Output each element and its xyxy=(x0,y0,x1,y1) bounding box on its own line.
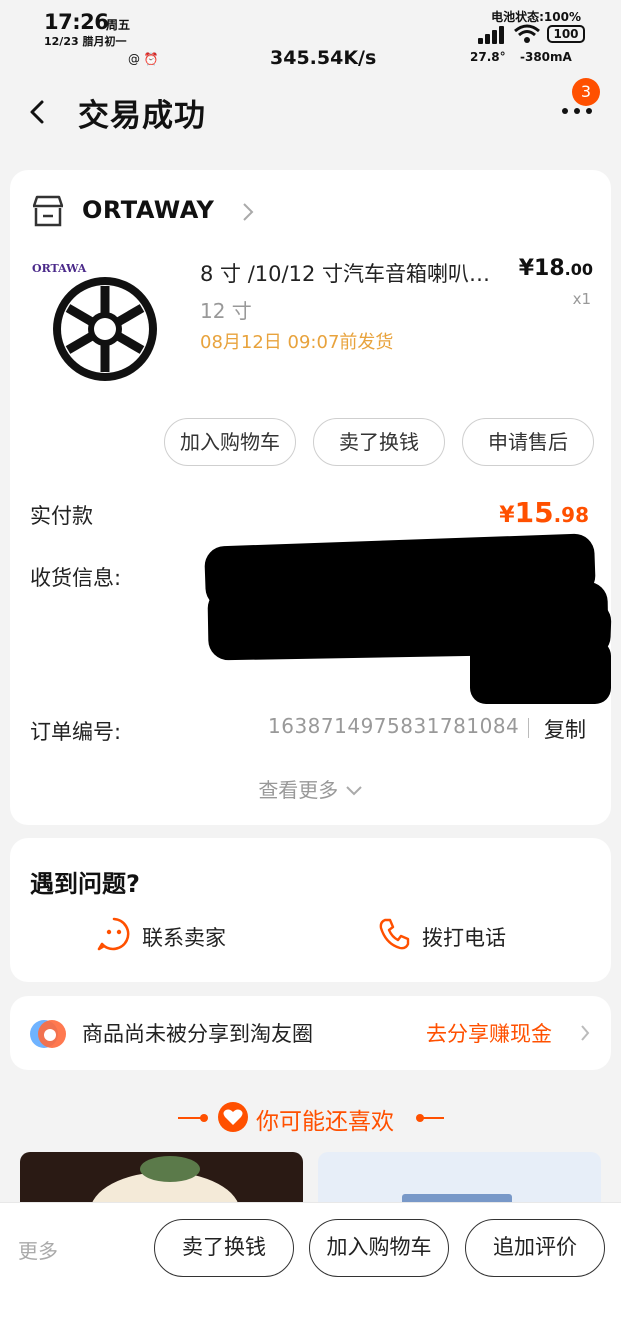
product-price: ¥18.00 xyxy=(519,256,593,281)
price-decimal: .00 xyxy=(564,260,593,279)
divider xyxy=(528,718,529,738)
battery-status-text: 电池状态:100% xyxy=(491,10,581,24)
bottom-action-bar: 更多 卖了换钱 加入购物车 追加评价 xyxy=(0,1202,621,1344)
product-quantity: x1 xyxy=(572,290,591,308)
decor-dot xyxy=(200,1114,208,1122)
shop-row[interactable]: ORTAWAY xyxy=(30,192,590,232)
shop-name: ORTAWAY xyxy=(82,196,215,224)
network-speed: 345.54K/s xyxy=(270,47,377,69)
phone-icon xyxy=(376,916,412,952)
shop-icon xyxy=(30,194,66,228)
status-bar: 17:26 周五 12/23 腊月初一 @ ⏰ 345.54K/s 电池状态:1… xyxy=(0,0,621,78)
product-title[interactable]: 8 寸 /10/12 寸汽车音箱喇叭… xyxy=(200,258,505,288)
copy-order-number-button[interactable]: 复制 xyxy=(544,714,586,744)
status-time: 17:26 xyxy=(44,10,109,34)
contact-seller-button[interactable]: 联系卖家 xyxy=(96,917,256,956)
call-phone-label: 拨打电话 xyxy=(422,926,506,950)
chevron-right-icon xyxy=(242,202,254,222)
order-number: 1638714975831781084 xyxy=(268,714,520,738)
product-image[interactable]: ORTAWA xyxy=(30,258,190,398)
chevron-right-icon xyxy=(580,1024,590,1042)
sell-for-cash-button[interactable]: 卖了换钱 xyxy=(313,418,445,466)
see-more-label: 查看更多 xyxy=(258,778,339,802)
share-earn-cash-link[interactable]: 去分享赚现金 xyxy=(426,1018,552,1048)
order-number-label: 订单编号: xyxy=(30,720,122,744)
add-to-cart-bottom-button[interactable]: 加入购物车 xyxy=(309,1219,449,1277)
notification-badge: 3 xyxy=(572,78,600,106)
paid-label: 实付款 xyxy=(30,504,93,528)
chevron-down-icon xyxy=(345,786,362,796)
nav-bar: 交易成功 3 xyxy=(0,78,621,148)
price-symbol: ¥ xyxy=(518,256,535,281)
apply-after-sales-button[interactable]: 申请售后 xyxy=(462,418,594,466)
paid-symbol: ¥ xyxy=(499,503,515,528)
signal-icon xyxy=(478,26,506,44)
help-card: 遇到问题? 联系卖家 拨打电话 xyxy=(10,838,611,982)
page-title: 交易成功 xyxy=(78,98,206,134)
paid-integer: 15 xyxy=(514,496,554,529)
heart-icon xyxy=(218,1102,248,1132)
share-status-text: 商品尚未被分享到淘友圈 xyxy=(82,1022,313,1046)
notification-icons: @ ⏰ xyxy=(128,52,159,66)
paid-decimal: .98 xyxy=(553,503,589,527)
product-spec: 12 寸 xyxy=(200,299,252,323)
speaker-grill-icon xyxy=(53,277,157,381)
share-card[interactable]: 商品尚未被分享到淘友圈 去分享赚现金 xyxy=(10,996,611,1070)
help-title: 遇到问题? xyxy=(30,870,140,898)
see-more-button[interactable]: 查看更多 xyxy=(10,774,611,803)
status-weekday: 周五 xyxy=(106,18,131,32)
order-card: ORTAWAY ORTAWA 8 寸 /10/12 寸汽车音箱喇叭… ¥18.0… xyxy=(10,170,612,825)
paid-amount: ¥15.98 xyxy=(499,496,589,529)
recommend-title: 你可能还喜欢 xyxy=(256,1109,394,1135)
sell-for-cash-bottom-button[interactable]: 卖了换钱 xyxy=(154,1219,294,1277)
call-phone-button[interactable]: 拨打电话 xyxy=(376,918,536,956)
battery-current: -380mA xyxy=(520,50,572,64)
temperature-readout: 27.8° xyxy=(470,50,506,64)
add-review-button[interactable]: 追加评价 xyxy=(465,1219,605,1277)
product-photo-detail xyxy=(140,1156,200,1182)
taoyou-circle-icon xyxy=(28,1014,68,1054)
back-arrow-icon[interactable] xyxy=(26,92,52,132)
battery-icon: 100 xyxy=(547,25,585,43)
more-actions-link[interactable]: 更多 xyxy=(18,1235,58,1264)
price-integer: 18 xyxy=(534,256,565,281)
add-to-cart-button[interactable]: 加入购物车 xyxy=(164,418,296,466)
contact-seller-label: 联系卖家 xyxy=(142,926,226,950)
wifi-icon xyxy=(514,24,540,49)
address-label: 收货信息: xyxy=(30,566,122,590)
recommend-header: 你可能还喜欢 xyxy=(0,1098,621,1138)
decor-line xyxy=(420,1117,444,1119)
ship-deadline: 08月12日 09:07前发货 xyxy=(200,332,394,353)
chat-face-icon xyxy=(96,916,132,952)
status-date: 12/23 腊月初一 xyxy=(44,35,127,48)
